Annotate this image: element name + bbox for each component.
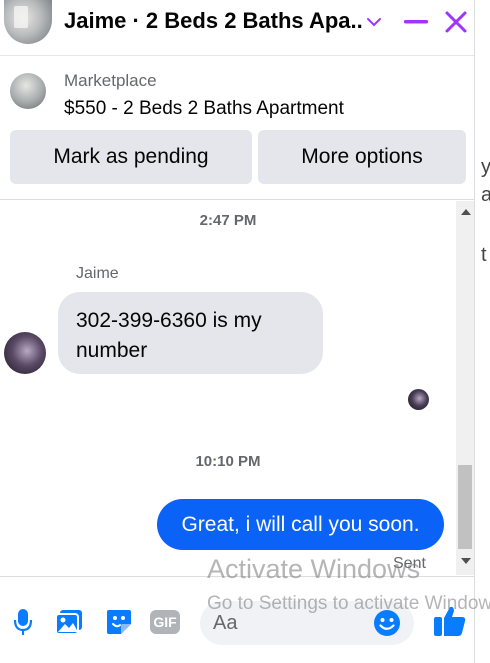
chat-header: Jaime · 2 Beds 2 Baths Apa...: [0, 0, 474, 56]
scroll-down-arrow-icon[interactable]: [461, 558, 471, 564]
chevron-down-icon[interactable]: [362, 4, 386, 40]
mark-as-pending-button[interactable]: Mark as pending: [10, 130, 252, 184]
marketplace-listing-bar: Marketplace $550 - 2 Beds 2 Baths Apartm…: [0, 57, 474, 200]
gif-icon[interactable]: GIF: [148, 605, 182, 639]
background-page-edge: y a t: [474, 0, 490, 663]
more-options-button[interactable]: More options: [258, 130, 466, 184]
activate-windows-watermark: Activate Windows: [207, 554, 421, 584]
scroll-up-arrow-icon[interactable]: [461, 209, 471, 215]
outgoing-message[interactable]: Great, i will call you soon.: [157, 499, 444, 550]
chat-title[interactable]: Jaime · 2 Beds 2 Baths Apa...: [64, 8, 364, 34]
timestamp: 10:10 PM: [195, 453, 261, 470]
background-text-fragment: y: [481, 156, 490, 178]
scrollbar-thumb[interactable]: [458, 465, 472, 549]
minimize-icon[interactable]: [400, 4, 432, 40]
sticker-icon[interactable]: [102, 605, 136, 639]
background-text-fragment: a: [481, 184, 490, 206]
close-icon[interactable]: [440, 4, 472, 40]
background-text-fragment: t: [481, 244, 487, 266]
listing-thumbnail[interactable]: [10, 73, 46, 109]
contact-avatar[interactable]: [4, 0, 52, 44]
listing-title[interactable]: $550 - 2 Beds 2 Baths Apartment: [64, 98, 344, 120]
microphone-icon[interactable]: [6, 605, 40, 639]
seen-avatar: [408, 389, 429, 410]
gif-label: GIF: [150, 610, 180, 634]
message-thread: 2:47 PM Jaime 302-399-6360 is my number …: [0, 201, 456, 575]
marketplace-label: Marketplace: [64, 71, 157, 90]
message-composer: GIF: [0, 576, 474, 663]
sender-avatar[interactable]: [4, 332, 46, 374]
sender-name: Jaime: [76, 265, 119, 282]
photo-icon[interactable]: [52, 605, 86, 639]
thread-scrollbar[interactable]: [456, 201, 474, 575]
incoming-message[interactable]: 302-399-6360 is my number: [58, 292, 323, 374]
timestamp: 2:47 PM: [199, 212, 257, 229]
activate-windows-subtext: Go to Settings to activate Windows.: [207, 593, 490, 614]
